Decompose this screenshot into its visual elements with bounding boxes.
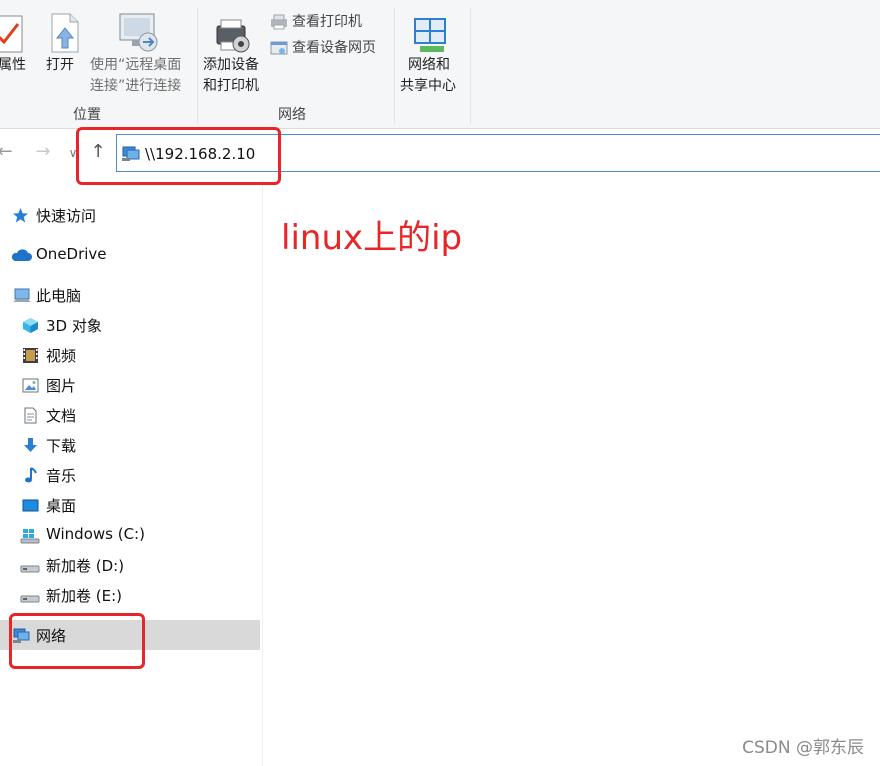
annotation-text: linux上的ip	[281, 218, 463, 258]
view-printers-button[interactable]: 查看打印机	[270, 12, 390, 32]
properties-label: 属性	[0, 57, 26, 73]
annotation-box-network	[9, 613, 145, 669]
group-separator	[394, 8, 395, 124]
sidebar-item-this-pc[interactable]: 此电脑	[0, 280, 260, 310]
sidebar-item-music[interactable]: 音乐	[0, 460, 260, 490]
sidebar-item-volume-d[interactable]: 新加卷 (D:)	[0, 550, 260, 580]
sidebar-item-label: Windows (C:)	[46, 525, 145, 543]
computer-icon	[13, 288, 31, 302]
remote-desktop-label-1: 使用“远程桌面	[90, 57, 182, 73]
properties-icon	[0, 15, 23, 53]
sidebar-item-documents[interactable]: 文档	[0, 400, 260, 430]
sidebar-item-label: 此电脑	[36, 287, 82, 305]
sidebar-item-quick-access[interactable]: 快速访问	[0, 200, 260, 230]
add-device-label-1: 添加设备	[203, 57, 259, 73]
sidebar-item-volume-e[interactable]: 新加卷 (E:)	[0, 580, 260, 610]
open-icon	[51, 13, 79, 53]
watermark: CSDN @郭东辰	[742, 738, 864, 758]
sidebar-item-label: 视频	[46, 347, 77, 365]
windows-drive-icon	[20, 529, 40, 544]
sidebar-item-onedrive[interactable]: OneDrive	[0, 240, 260, 270]
cloud-icon	[11, 249, 32, 261]
ribbon: 属性 打开 使用“远程桌面 连接”进行连接 位置 添加设备 和打印机 查看打印机…	[0, 0, 880, 129]
sidebar-item-label: 桌面	[46, 497, 77, 515]
video-icon	[23, 348, 38, 363]
download-icon	[24, 438, 37, 452]
view-printers-label: 查看打印机	[292, 14, 362, 30]
network-sharing-center-button[interactable]: 网络和 共享中心	[398, 8, 462, 98]
view-device-webpage-button[interactable]: 查看设备网页	[270, 38, 390, 58]
open-label: 打开	[46, 57, 74, 73]
sidebar-item-pictures[interactable]: 图片	[0, 370, 260, 400]
desktop-icon	[22, 499, 39, 512]
drive-icon	[20, 595, 40, 603]
group-label-location: 位置	[73, 107, 101, 123]
annotation-box-address	[76, 127, 281, 185]
properties-button[interactable]: 属性	[0, 8, 30, 98]
drive-icon	[20, 565, 40, 573]
group-label-network: 网络	[278, 107, 306, 123]
remote-desktop-icon	[119, 13, 158, 52]
sidebar-item-label: 音乐	[46, 467, 77, 485]
documents-icon	[24, 407, 37, 424]
network-sharing-icon	[414, 18, 446, 52]
remote-desktop-button[interactable]: 使用“远程桌面 连接”进行连接	[88, 8, 188, 98]
back-arrow-icon[interactable]: ←	[0, 141, 16, 162]
sidebar-item-videos[interactable]: 视频	[0, 340, 260, 370]
sidebar-item-label: 图片	[46, 377, 77, 395]
device-webpage-icon	[270, 41, 288, 55]
pictures-icon	[22, 378, 39, 393]
file-list-pane	[263, 180, 880, 766]
network-sharing-label-1: 网络和	[408, 57, 450, 73]
remote-desktop-label-2: 连接”进行连接	[90, 78, 182, 94]
forward-arrow-icon[interactable]: →	[32, 141, 54, 162]
view-device-webpage-label: 查看设备网页	[292, 40, 376, 56]
sidebar-item-label: 新加卷 (E:)	[46, 587, 123, 605]
group-separator	[470, 8, 471, 124]
sidebar-item-label: 文档	[46, 407, 77, 425]
sidebar-item-label: OneDrive	[36, 245, 107, 263]
add-device-button[interactable]: 添加设备 和打印机	[200, 8, 266, 98]
music-icon	[25, 467, 37, 483]
sidebar-item-desktop[interactable]: 桌面	[0, 490, 260, 520]
sidebar-item-label: 下载	[46, 437, 77, 455]
sidebar-item-label: 快速访问	[36, 207, 97, 225]
add-device-icon	[216, 19, 250, 53]
add-device-label-2: 和打印机	[203, 78, 259, 94]
star-icon	[13, 208, 28, 223]
sidebar-item-3d-objects[interactable]: 3D 对象	[0, 310, 260, 340]
sidebar-item-label: 新加卷 (D:)	[46, 557, 125, 575]
open-button[interactable]: 打开	[42, 8, 82, 98]
printer-icon	[271, 14, 287, 30]
network-sharing-label-2: 共享中心	[400, 78, 456, 94]
sidebar-item-downloads[interactable]: 下载	[0, 430, 260, 460]
sidebar-item-label: 3D 对象	[46, 317, 102, 335]
sidebar-item-windows-c[interactable]: Windows (C:)	[0, 520, 260, 550]
cube-3d-icon	[23, 318, 38, 333]
group-separator	[197, 8, 198, 124]
